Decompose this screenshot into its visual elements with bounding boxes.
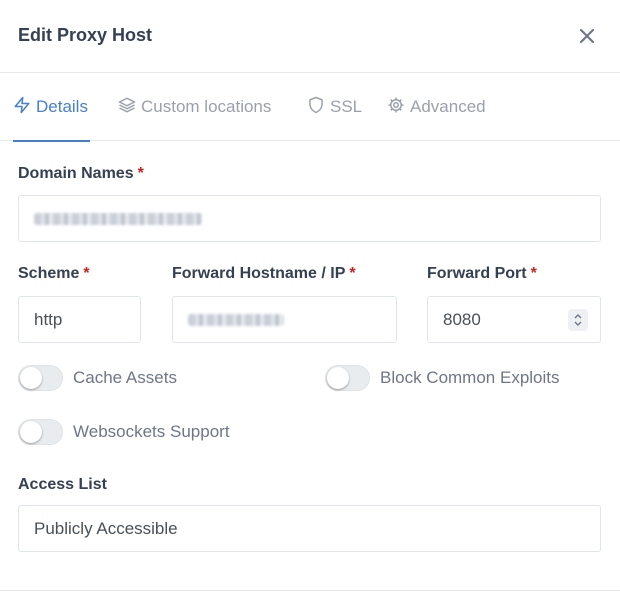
layers-icon [118, 96, 141, 119]
port-stepper[interactable] [568, 309, 588, 331]
scheme-label: Scheme * [18, 265, 90, 282]
gear-icon [387, 96, 410, 119]
tab-label: Custom locations [141, 97, 272, 116]
forward-port-label: Forward Port * [427, 265, 537, 282]
edit-proxy-host-modal: Edit Proxy Host Details Custom locations… [0, 0, 620, 600]
websockets-support-toggle[interactable]: Websockets Support [18, 419, 230, 445]
tab-ssl[interactable]: SSL [307, 73, 362, 141]
redacted-domain [34, 212, 202, 225]
required-mark: * [137, 165, 144, 182]
tab-custom-locations[interactable]: Custom locations [118, 73, 271, 141]
tab-bar: Details Custom locations SSL Advanced [0, 73, 620, 142]
cache-assets-switch[interactable] [18, 365, 63, 391]
cache-assets-label: Cache Assets [73, 368, 177, 387]
required-mark: * [530, 265, 537, 282]
websockets-support-label: Websockets Support [73, 422, 230, 441]
switch-knob [327, 367, 349, 389]
forward-hostname-label: Forward Hostname / IP * [172, 265, 356, 282]
tab-advanced[interactable]: Advanced [387, 73, 486, 141]
tab-details[interactable]: Details [13, 73, 90, 142]
block-common-exploits-switch[interactable] [325, 365, 370, 391]
modal-title: Edit Proxy Host [18, 25, 153, 45]
access-list-label: Access List [18, 476, 107, 493]
shield-icon [307, 96, 330, 119]
required-mark: * [83, 265, 90, 282]
close-icon[interactable] [576, 25, 598, 47]
modal-header: Edit Proxy Host [0, 0, 620, 73]
tab-label: Advanced [410, 97, 486, 116]
tab-label: SSL [330, 97, 363, 116]
tab-label: Details [36, 97, 88, 116]
block-common-exploits-label: Block Common Exploits [380, 368, 560, 387]
redacted-hostname [188, 313, 284, 326]
switch-knob [20, 367, 42, 389]
bolt-icon [13, 96, 36, 119]
websockets-support-switch[interactable] [18, 419, 63, 445]
cache-assets-toggle[interactable]: Cache Assets [18, 365, 177, 391]
domain-names-input[interactable] [18, 195, 601, 242]
forward-hostname-input[interactable] [172, 296, 397, 343]
forward-port-input[interactable]: 8080 [427, 296, 601, 343]
block-common-exploits-toggle[interactable]: Block Common Exploits [325, 365, 560, 391]
footer-divider [0, 590, 620, 591]
switch-knob [20, 421, 42, 443]
required-mark: * [349, 265, 356, 282]
stepper-arrows-icon [574, 314, 582, 326]
domain-names-label: Domain Names * [18, 165, 144, 182]
scheme-input[interactable]: http [18, 296, 141, 343]
access-list-select[interactable]: Publicly Accessible [18, 505, 601, 552]
